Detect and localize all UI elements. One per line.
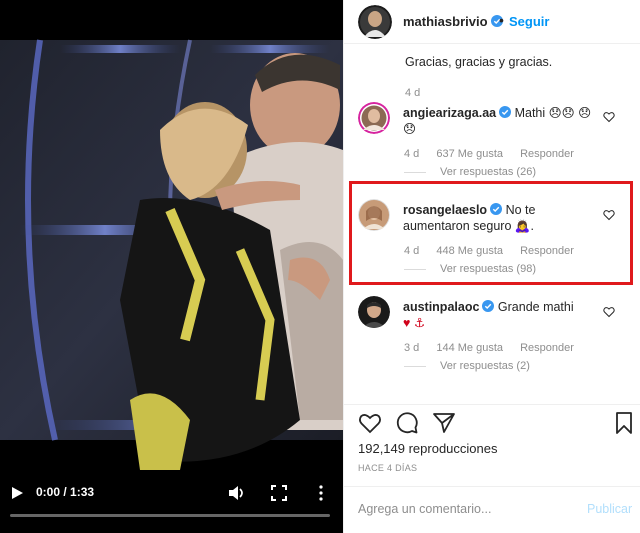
comment-text-block: angiearizaga.aa Mathi 😞😞 😞😞 bbox=[403, 105, 598, 137]
comment-likes[interactable]: 637 Me gusta bbox=[436, 148, 503, 160]
comment-time: 4 d bbox=[404, 148, 420, 160]
previous-comment-date: 4 d bbox=[405, 87, 421, 99]
fullscreen-icon[interactable] bbox=[271, 485, 287, 501]
comment-time: 3 d bbox=[404, 342, 420, 354]
volume-icon[interactable] bbox=[227, 484, 245, 502]
view-replies-button[interactable]: Ver respuestas (98) bbox=[404, 263, 536, 275]
commenter-avatar[interactable] bbox=[358, 296, 390, 328]
publish-button[interactable]: Publicar bbox=[587, 502, 632, 516]
author-name-text: mathiasbrivio bbox=[403, 14, 488, 29]
play-icon[interactable] bbox=[10, 486, 24, 500]
post-actions: 192,149 reproducciones HACE 4 DÍAS bbox=[344, 404, 640, 484]
more-vertical-icon[interactable] bbox=[312, 484, 330, 502]
comment-likes[interactable]: 144 Me gusta bbox=[436, 342, 503, 354]
comments-list[interactable]: Gracias, gracias y gracias. 4 d angieari… bbox=[344, 44, 640, 404]
comment-username[interactable]: rosangelaeslo bbox=[403, 203, 487, 217]
view-count[interactable]: 192,149 reproducciones bbox=[358, 441, 498, 456]
comment-bubble-icon[interactable] bbox=[395, 411, 419, 435]
video-frame bbox=[0, 0, 343, 480]
comment-meta: 3 d 144 Me gusta Responder bbox=[404, 342, 588, 354]
commenter-avatar[interactable] bbox=[358, 199, 390, 231]
video-player[interactable]: 0:00 / 1:33 bbox=[0, 0, 343, 533]
previous-comment-text: Gracias, gracias y gracias. bbox=[405, 55, 553, 69]
share-send-icon[interactable] bbox=[432, 411, 456, 435]
verified-badge-icon bbox=[482, 300, 495, 312]
view-replies-button[interactable]: Ver respuestas (26) bbox=[404, 166, 536, 178]
comment-input[interactable] bbox=[358, 498, 578, 520]
author-avatar[interactable] bbox=[358, 5, 392, 39]
verified-badge-icon bbox=[490, 203, 503, 215]
author-username[interactable]: mathiasbrivio bbox=[403, 14, 503, 29]
save-bookmark-icon[interactable] bbox=[612, 411, 636, 435]
post-date[interactable]: HACE 4 DÍAS bbox=[358, 463, 417, 473]
video-time: 0:00 / 1:33 bbox=[36, 485, 95, 499]
like-comment-heart-icon[interactable] bbox=[603, 209, 615, 221]
view-replies-button[interactable]: Ver respuestas (2) bbox=[404, 360, 530, 372]
commenter-avatar[interactable] bbox=[358, 102, 390, 134]
like-comment-heart-icon[interactable] bbox=[603, 111, 615, 123]
progress-bar[interactable] bbox=[10, 514, 330, 517]
add-comment-bar: Publicar bbox=[344, 486, 640, 533]
comment-text-block: austinpalaoc Grande mathi ♥ ⚓ bbox=[403, 299, 598, 331]
comment-time: 4 d bbox=[404, 245, 420, 257]
comment-likes[interactable]: 448 Me gusta bbox=[436, 245, 503, 257]
post-header: mathiasbrivio • Seguir bbox=[344, 0, 640, 44]
comment-body: Grande mathi bbox=[497, 300, 574, 314]
reply-button[interactable]: Responder bbox=[520, 245, 574, 257]
follow-button[interactable]: Seguir bbox=[509, 14, 549, 29]
separator-dot: • bbox=[499, 12, 504, 28]
like-comment-heart-icon[interactable] bbox=[603, 306, 615, 318]
comment-meta: 4 d 448 Me gusta Responder bbox=[404, 245, 588, 257]
comment-emoji: ♥ ⚓ bbox=[403, 316, 426, 330]
video-controls: 0:00 / 1:33 bbox=[0, 478, 343, 533]
verified-badge-icon bbox=[499, 106, 512, 118]
comment-meta: 4 d 637 Me gusta Responder bbox=[404, 148, 588, 160]
like-heart-icon[interactable] bbox=[358, 411, 382, 435]
reply-button[interactable]: Responder bbox=[520, 148, 574, 160]
comment-username[interactable]: angiearizaga.aa bbox=[403, 106, 496, 120]
comment-username[interactable]: austinpalaoc bbox=[403, 300, 479, 314]
reply-button[interactable]: Responder bbox=[520, 342, 574, 354]
comment-text-block: rosangelaeslo No te aumentaron seguro 🙇‍… bbox=[403, 202, 598, 234]
post-panel: mathiasbrivio • Seguir Gracias, gracias … bbox=[343, 0, 640, 533]
